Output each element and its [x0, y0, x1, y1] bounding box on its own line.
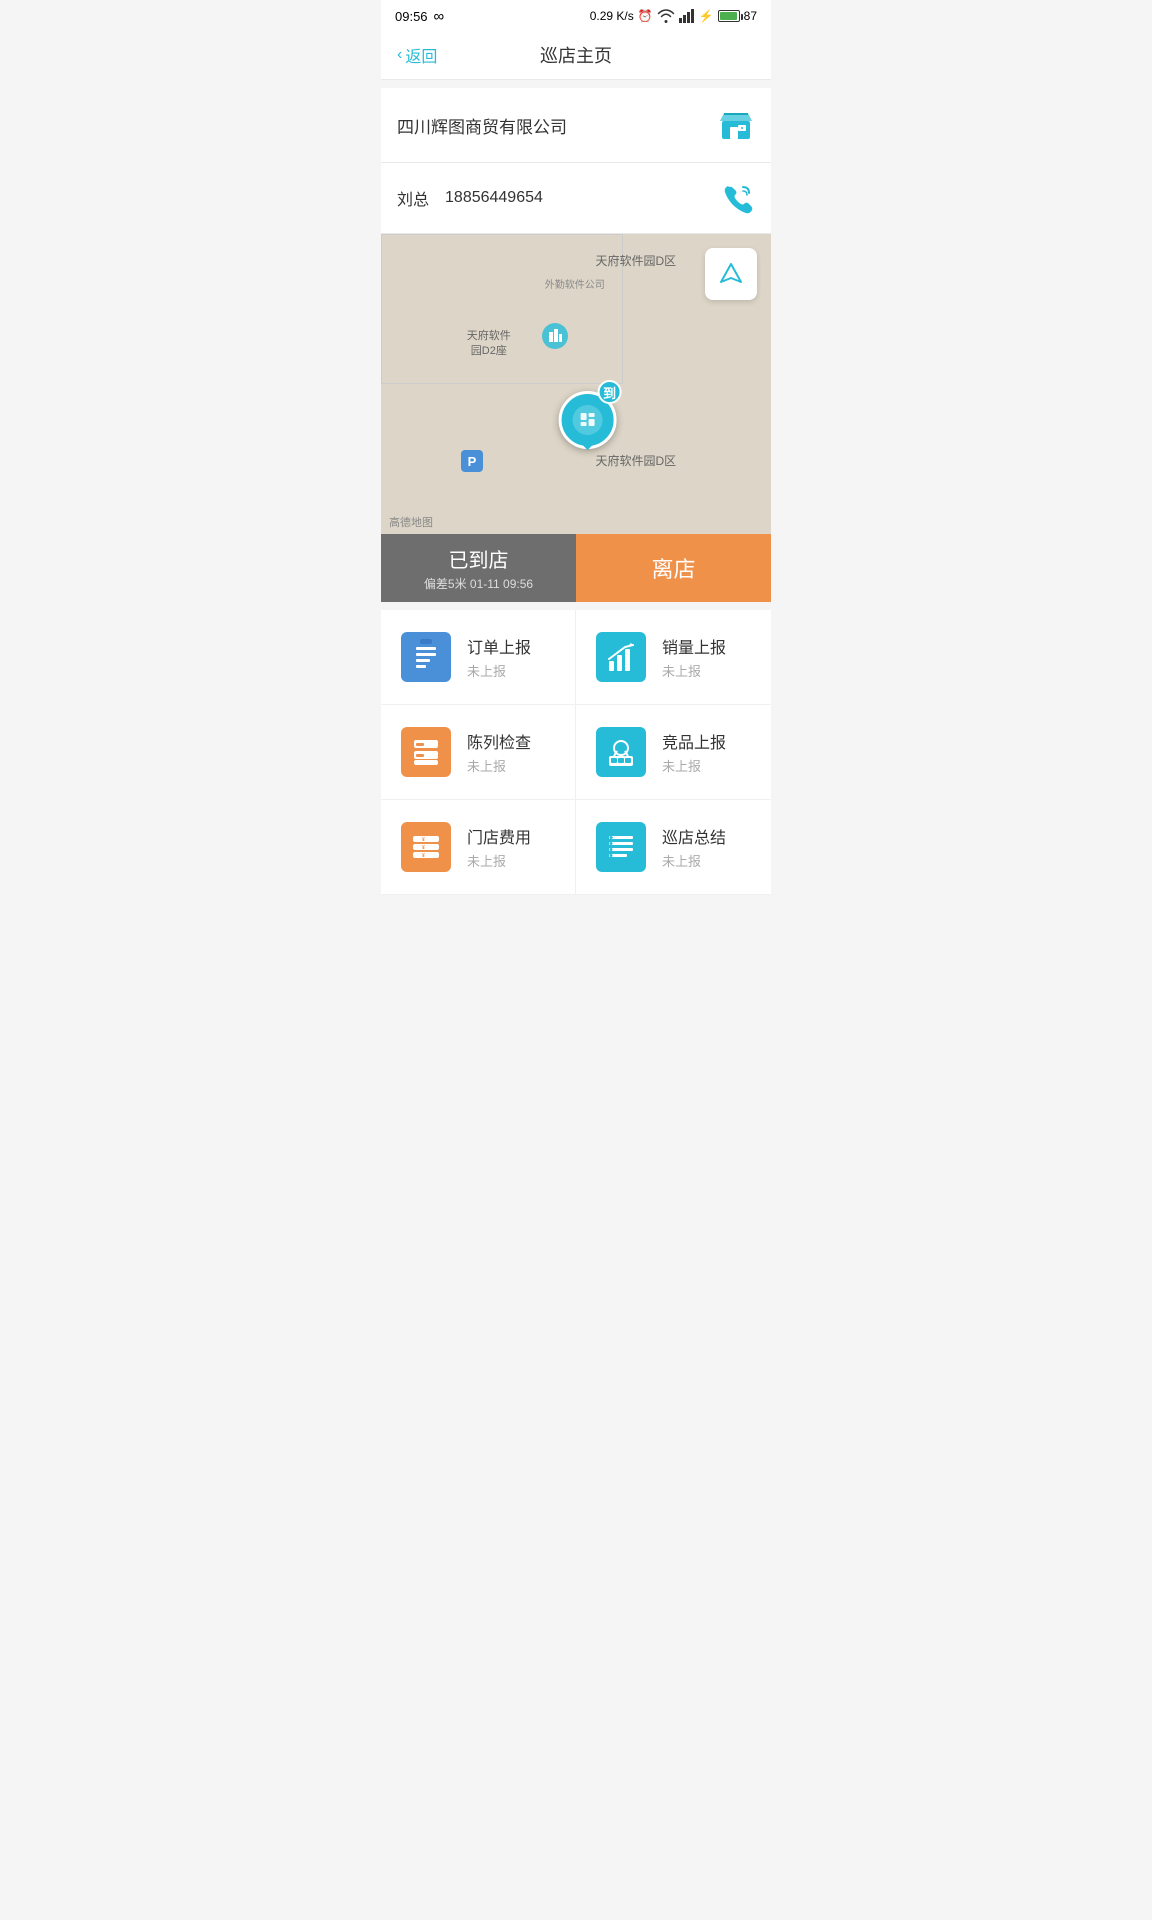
back-chevron: ‹	[397, 46, 402, 64]
expense-status: 未上报	[467, 851, 531, 870]
wifi-icon	[657, 9, 675, 23]
contact-section: 刘总 18856449654	[381, 163, 771, 234]
company-section: 四川辉图商贸有限公司	[381, 88, 771, 163]
menu-item-sales[interactable]: 销量上报 未上报	[576, 610, 771, 705]
page-header: ‹ 返回 巡店主页	[381, 30, 771, 80]
sales-status: 未上报	[662, 661, 726, 680]
compete-text: 竞品上报 未上报	[662, 729, 726, 775]
order-icon	[401, 632, 451, 682]
company-name: 四川辉图商贸有限公司	[397, 113, 567, 138]
map-label-4: 外勤软件公司	[545, 276, 605, 291]
call-icon[interactable]	[721, 181, 755, 215]
sales-text: 销量上报 未上报	[662, 634, 726, 680]
status-bar: 09:56 ∞ 0.29 K/s ⏰ ⚡ 87	[381, 0, 771, 30]
summary-icon	[596, 822, 646, 872]
menu-item-compete[interactable]: 竞品上报 未上报	[576, 705, 771, 800]
svg-text:¥: ¥	[422, 845, 425, 851]
order-title: 订单上报	[467, 634, 531, 658]
map-label-2: 天府软件园D区	[596, 452, 677, 469]
time-display: 09:56	[395, 9, 428, 24]
svg-text:¥: ¥	[422, 853, 425, 859]
sales-icon	[596, 632, 646, 682]
summary-status: 未上报	[662, 851, 726, 870]
map-watermark: 高德地图	[389, 514, 433, 530]
expense-text: 门店费用 未上报	[467, 824, 531, 870]
map-label-1: 天府软件园D区	[596, 252, 677, 269]
location-pin: 到	[559, 391, 617, 449]
contact-title: 刘总	[397, 186, 429, 210]
store-icon	[717, 106, 755, 144]
summary-text: 巡店总结 未上报	[662, 824, 726, 870]
display-text: 陈列检查 未上报	[467, 729, 531, 775]
order-text: 订单上报 未上报	[467, 634, 531, 680]
arrived-sub-text: 偏差5米 01-11 09:56	[424, 575, 533, 592]
signal-icon	[679, 9, 695, 23]
display-icon	[401, 727, 451, 777]
contact-phone: 18856449654	[445, 189, 543, 207]
page-title: 巡店主页	[540, 42, 612, 68]
leave-text: 离店	[651, 552, 695, 584]
display-title: 陈列检查	[467, 729, 531, 753]
clock-icon: ⏰	[638, 9, 653, 23]
menu-item-expense[interactable]: ¥ ¥ ¥ 门店费用 未上报	[381, 800, 576, 895]
menu-item-display[interactable]: 陈列检查 未上报	[381, 705, 576, 800]
loop-icon: ∞	[434, 8, 445, 25]
charging-icon: ⚡	[699, 9, 714, 23]
arrived-button[interactable]: 已到店 偏差5米 01-11 09:56	[381, 534, 576, 602]
display-status: 未上报	[467, 756, 531, 775]
back-button[interactable]: ‹ 返回	[397, 43, 437, 67]
sales-title: 销量上报	[662, 634, 726, 658]
summary-title: 巡店总结	[662, 824, 726, 848]
map-area: 天府软件园D区 天府软件园D区 天府软件园D2座 外勤软件公司	[381, 234, 771, 534]
leave-button[interactable]: 离店	[576, 534, 771, 602]
menu-grid: 订单上报 未上报 销量上报 未上报	[381, 610, 771, 895]
action-row: 已到店 偏差5米 01-11 09:56 离店	[381, 534, 771, 602]
parking-icon: P	[461, 450, 483, 472]
back-label: 返回	[405, 43, 437, 67]
expense-title: 门店费用	[467, 824, 531, 848]
expense-icon: ¥ ¥ ¥	[401, 822, 451, 872]
compete-status: 未上报	[662, 756, 726, 775]
menu-item-order[interactable]: 订单上报 未上报	[381, 610, 576, 705]
battery-level: 87	[744, 9, 757, 23]
svg-text:¥: ¥	[422, 837, 425, 843]
arrived-main-text: 已到店	[449, 544, 509, 573]
speed-display: 0.29 K/s	[590, 9, 634, 23]
compete-title: 竞品上报	[662, 729, 726, 753]
navigate-button[interactable]	[705, 248, 757, 300]
map-label-3: 天府软件园D2座	[467, 329, 511, 360]
battery-icon	[718, 10, 740, 22]
compete-icon	[596, 727, 646, 777]
menu-item-summary[interactable]: 巡店总结 未上报	[576, 800, 771, 895]
order-status: 未上报	[467, 661, 531, 680]
